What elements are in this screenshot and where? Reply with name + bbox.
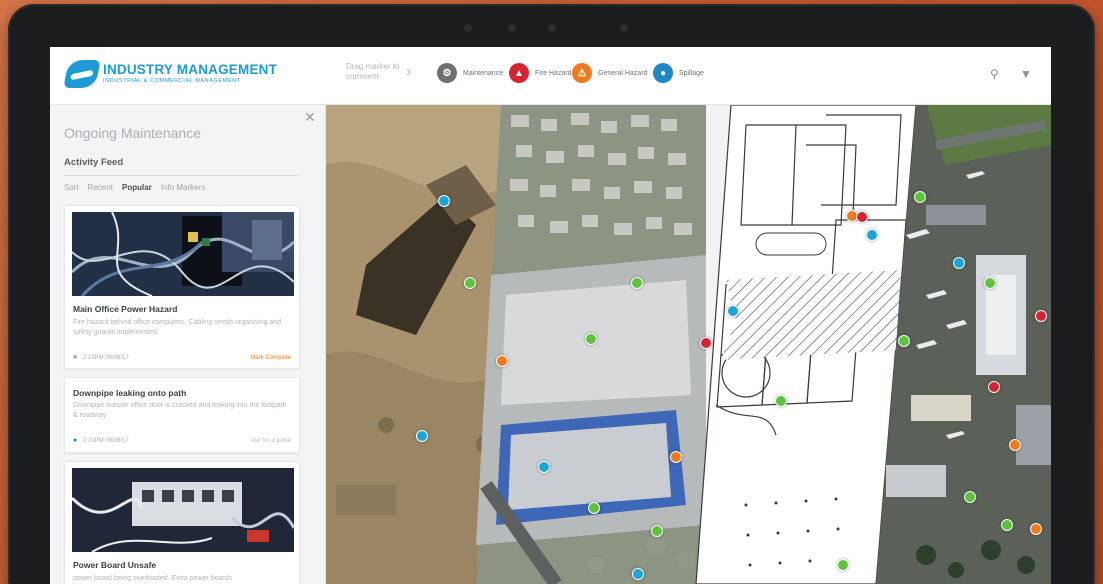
map-marker[interactable] [700,337,712,349]
sensor-icon [508,24,516,32]
card-title: Main Office Power Hazard [73,304,178,314]
legend-label: Fire Hazard [535,69,572,77]
map-marker[interactable] [670,451,682,463]
card-description: Downpipe outside office door is cracked … [73,402,287,419]
filter-recent[interactable]: Recent [88,183,113,192]
map-marker[interactable] [1009,439,1021,451]
map-marker[interactable] [464,277,476,289]
brand-title: INDUSTRY MANAGEMENT [103,62,278,77]
card-timestamp: 2:21PM 09/08/17 [83,355,129,361]
filter-sort[interactable]: Sort [64,183,79,192]
divider [64,175,300,176]
feed-card[interactable]: Downpipe leaking onto path Downpipe outs… [64,377,300,453]
map-marker[interactable] [438,195,450,207]
fire-icon: ▲ [509,63,529,83]
top-bar: INDUSTRY MANAGEMENT INDUSTRIAL & COMMERC… [50,47,1051,105]
sensor-icon [620,24,628,32]
map-view[interactable] [326,105,1051,584]
filter-info-markers[interactable]: Info Markers [161,183,205,192]
card-photo [72,468,294,552]
map-marker[interactable] [1001,519,1013,531]
legend-fire-hazard[interactable]: ▲ Fire Hazard [509,63,572,83]
map-marker[interactable] [588,502,600,514]
map-marker[interactable] [953,257,965,269]
map-marker[interactable] [631,277,643,289]
activity-feed-heading: Activity Feed [64,157,124,168]
legend-spillage[interactable]: ● Spillage [653,63,704,83]
card-photo [72,212,294,296]
map-marker[interactable] [727,305,739,317]
map-marker[interactable] [837,559,849,571]
legend-label: Spillage [679,69,704,77]
camera-icon [464,24,472,32]
map-marker[interactable] [416,430,428,442]
drag-hint: Drag marker to comment [346,62,400,81]
filter-popular[interactable]: Popular [122,183,152,192]
comment-icon: ■ [73,354,78,361]
legend-general-hazard[interactable]: ⚠ General Hazard [572,63,647,83]
app-screen: INDUSTRY MANAGEMENT INDUSTRIAL & COMMERC… [50,47,1051,584]
card-timestamp: 2:21PM 09/08/17 [83,438,129,444]
filter-icon[interactable]: ▼ [1020,67,1032,81]
legend-label: Maintenance [463,69,504,77]
map-marker[interactable] [856,211,868,223]
map-marker[interactable] [1035,310,1047,322]
chevron-right-icon[interactable]: › [406,63,411,81]
close-icon[interactable]: ✕ [304,109,316,126]
map-marker[interactable] [898,335,910,347]
feed-card[interactable]: Main Office Power Hazard Fire hazard beh… [64,205,300,369]
map-marker[interactable] [984,277,996,289]
wrench-icon: ⚙ [437,63,457,83]
map-marker[interactable] [538,461,550,473]
search-icon[interactable]: ⚲ [990,67,999,81]
legend-maintenance[interactable]: ⚙ Maintenance [437,63,503,83]
card-description: power board being overloaded. Extra powe… [73,575,233,582]
map-marker[interactable] [964,491,976,503]
map-marker[interactable] [496,355,508,367]
sidebar-title: Ongoing Maintenance [64,125,201,141]
map-marker[interactable] [1030,523,1042,535]
card-title: Downpipe leaking onto path [73,388,187,398]
map-marker[interactable] [866,229,878,241]
ask-quote-button[interactable]: Ask for a quote [251,438,291,444]
feed-card[interactable]: Power Board Unsafe power board being ove… [64,461,300,584]
map-marker[interactable] [914,191,926,203]
feed-filters: Sort Recent Popular Info Markers [64,183,205,192]
map-marker[interactable] [988,381,1000,393]
map-layers [326,105,1051,584]
map-marker[interactable] [585,333,597,345]
map-marker[interactable] [651,525,663,537]
brand-subtitle: INDUSTRIAL & COMMERCIAL MANAGEMENT [103,78,241,84]
droplet-icon: ● [73,437,78,444]
map-marker[interactable] [632,568,644,580]
logo-icon [63,60,101,88]
sensor-icon [548,24,556,32]
legend-label: General Hazard [598,69,648,77]
mark-complete-button[interactable]: Mark Complete [250,355,291,361]
card-description: Fire hazard behind office computers. Cab… [73,319,282,336]
sidebar: ✕ Ongoing Maintenance Activity Feed Sort… [50,105,326,584]
map-marker[interactable] [775,395,787,407]
card-title: Power Board Unsafe [73,560,157,570]
warning-icon: ⚠ [572,63,592,83]
droplet-icon: ● [653,63,673,83]
